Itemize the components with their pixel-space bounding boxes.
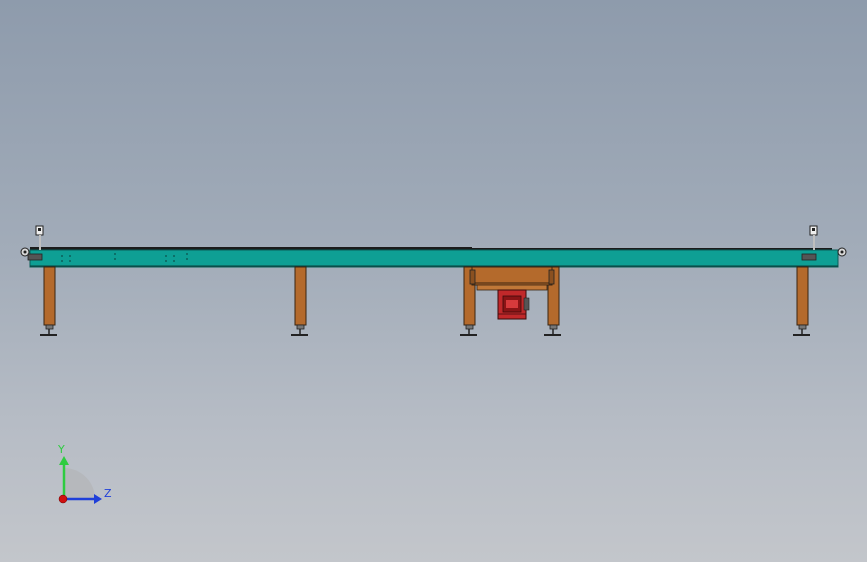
conveyor-model[interactable] — [0, 0, 867, 562]
y-axis-label: Y — [58, 443, 65, 456]
coordinate-triad[interactable] — [58, 456, 102, 504]
drive-frame — [469, 266, 555, 291]
graphics-viewport[interactable]: Y Z — [0, 0, 867, 562]
x-axis-dot-icon — [58, 494, 68, 504]
support-leg-5 — [793, 266, 810, 336]
support-leg-1 — [40, 266, 57, 336]
z-axis-arrow-icon — [94, 494, 102, 504]
z-axis-label: Z — [104, 487, 112, 500]
y-axis-arrow-icon — [59, 456, 69, 465]
conveyor-belt — [29, 249, 839, 268]
support-leg-2 — [291, 266, 308, 336]
triad-quarter-disc — [64, 468, 95, 499]
left-sensor — [35, 225, 44, 250]
drive-motor — [497, 289, 530, 320]
right-sensor — [809, 225, 818, 250]
